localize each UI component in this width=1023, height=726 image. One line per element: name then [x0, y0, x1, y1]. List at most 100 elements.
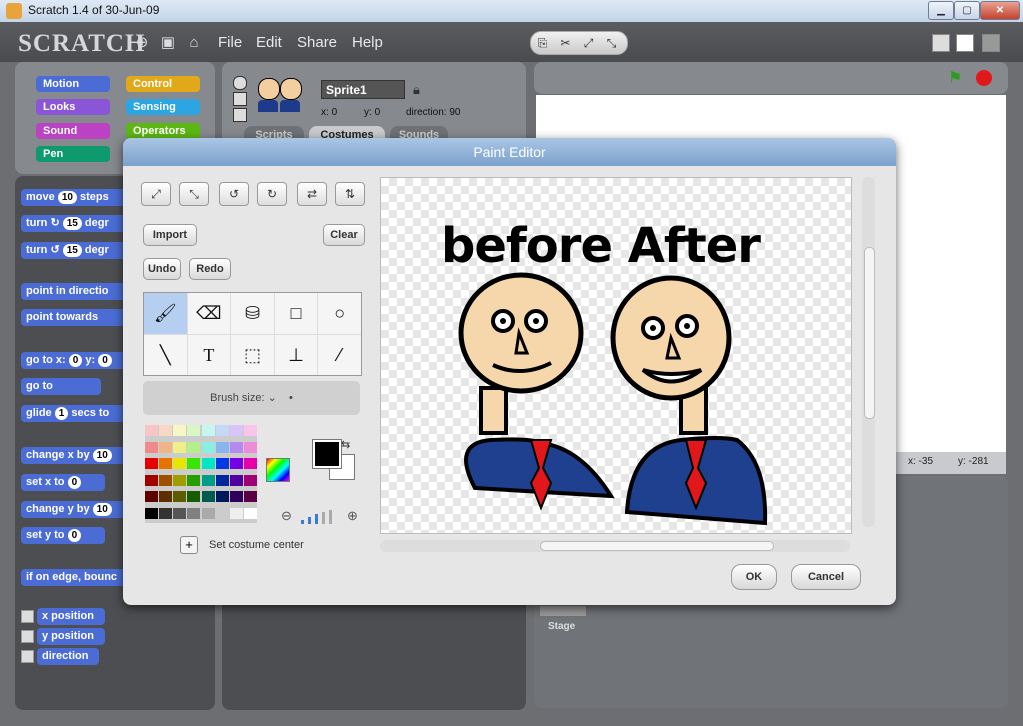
- select-icon[interactable]: ⬚: [231, 334, 274, 375]
- palette-swatch[interactable]: [243, 425, 257, 436]
- menu-file[interactable]: File: [218, 34, 242, 51]
- foreground-color-swatch[interactable]: [312, 439, 342, 469]
- palette-swatch[interactable]: [229, 458, 243, 469]
- category-looks[interactable]: Looks: [36, 99, 110, 115]
- green-flag-icon[interactable]: ⚑: [948, 68, 962, 88]
- paintbrush-icon[interactable]: 🖌︎: [144, 293, 187, 334]
- palette-swatch[interactable]: [201, 441, 215, 453]
- presentation-mode-button[interactable]: [982, 34, 1000, 52]
- color-picker-spectrum[interactable]: [266, 458, 290, 482]
- palette-swatch[interactable]: [215, 507, 229, 519]
- brush-size-control[interactable]: Brush size: ⌄ •: [143, 381, 360, 415]
- palette-swatch[interactable]: [159, 507, 173, 519]
- rotate-ccw-icon[interactable]: ↺: [219, 182, 249, 206]
- rotate-style-icon[interactable]: [233, 76, 247, 90]
- canvas-vertical-scrollbar[interactable]: [862, 177, 875, 527]
- fill-bucket-icon[interactable]: ⛁: [231, 293, 274, 334]
- eyedropper-icon[interactable]: ⁄: [318, 334, 361, 375]
- cancel-button[interactable]: Cancel: [791, 564, 861, 590]
- menu-help[interactable]: Help: [352, 34, 383, 51]
- palette-swatch[interactable]: [173, 425, 187, 436]
- palette-swatch[interactable]: [243, 458, 257, 469]
- palette-swatch[interactable]: [243, 474, 257, 486]
- no-rotate-icon[interactable]: [233, 108, 247, 122]
- palette-swatch[interactable]: [145, 474, 158, 486]
- ok-button[interactable]: OK: [731, 564, 777, 590]
- undo-button[interactable]: Undo: [143, 258, 181, 280]
- text-icon[interactable]: T: [187, 334, 231, 375]
- palette-swatch[interactable]: [229, 507, 243, 519]
- palette-swatch[interactable]: [187, 441, 201, 453]
- save-icon[interactable]: ▣: [160, 35, 176, 51]
- shrink-icon[interactable]: ⤡: [179, 182, 209, 206]
- palette-swatch[interactable]: [201, 474, 215, 486]
- close-button[interactable]: ✕: [980, 1, 1020, 20]
- palette-swatch[interactable]: [243, 491, 257, 502]
- palette-swatch[interactable]: [145, 441, 158, 453]
- shrink-icon[interactable]: ⤡: [600, 32, 623, 54]
- import-button[interactable]: Import: [143, 224, 197, 246]
- category-motion[interactable]: Motion: [36, 76, 110, 92]
- block-x-position[interactable]: x position: [37, 608, 105, 625]
- stamp-icon[interactable]: ⊥: [274, 334, 318, 375]
- palette-swatch[interactable]: [201, 491, 215, 502]
- menu-share[interactable]: Share: [297, 34, 337, 51]
- block-change-y[interactable]: change y by 10: [21, 501, 131, 518]
- category-sensing[interactable]: Sensing: [126, 99, 200, 115]
- eraser-icon[interactable]: ⌫: [187, 293, 231, 334]
- direction-checkbox[interactable]: [21, 650, 34, 663]
- swap-colors-icon[interactable]: ⇆: [341, 438, 350, 451]
- palette-swatch[interactable]: [173, 507, 187, 519]
- palette-swatch[interactable]: [215, 458, 229, 469]
- category-pen[interactable]: Pen: [36, 146, 110, 162]
- sprite-name-field[interactable]: Sprite1: [321, 80, 405, 99]
- line-icon[interactable]: ╲: [144, 334, 187, 375]
- block-change-x[interactable]: change x by 10: [21, 447, 131, 464]
- duplicate-icon[interactable]: ⎘: [531, 32, 554, 54]
- palette-swatch[interactable]: [159, 474, 173, 486]
- palette-swatch[interactable]: [159, 458, 173, 469]
- zoom-in-icon[interactable]: ⊕: [347, 508, 358, 524]
- category-operators[interactable]: Operators: [126, 123, 200, 139]
- palette-swatch[interactable]: [215, 474, 229, 486]
- stage-thumbnail[interactable]: [540, 606, 586, 616]
- category-sound[interactable]: Sound: [36, 123, 110, 139]
- small-stage-button[interactable]: [932, 34, 950, 52]
- palette-swatch[interactable]: [229, 474, 243, 486]
- palette-swatch[interactable]: [173, 474, 187, 486]
- menu-edit[interactable]: Edit: [256, 34, 282, 51]
- palette-swatch[interactable]: [173, 491, 187, 502]
- palette-swatch[interactable]: [145, 458, 158, 469]
- rectangle-icon[interactable]: □: [274, 293, 318, 334]
- block-y-position[interactable]: y position: [37, 628, 105, 645]
- palette-swatch[interactable]: [145, 507, 158, 519]
- palette-swatch[interactable]: [187, 507, 201, 519]
- palette-swatch[interactable]: [159, 491, 173, 502]
- yposition-checkbox[interactable]: [21, 630, 34, 643]
- xposition-checkbox[interactable]: [21, 610, 34, 623]
- canvas-horizontal-scrollbar[interactable]: [380, 540, 850, 552]
- paint-canvas[interactable]: before After: [380, 177, 852, 534]
- set-center-icon[interactable]: +: [180, 536, 198, 554]
- rotate-cw-icon[interactable]: ↻: [257, 182, 287, 206]
- block-direction[interactable]: direction: [37, 648, 99, 665]
- share-icon[interactable]: ⌂: [186, 35, 202, 51]
- ellipse-icon[interactable]: ○: [318, 293, 361, 334]
- zoom-level-bars[interactable]: [301, 510, 339, 524]
- palette-swatch[interactable]: [187, 425, 201, 436]
- maximize-button[interactable]: ▢: [954, 1, 980, 20]
- flip-horizontal-icon[interactable]: ⇄: [297, 182, 327, 206]
- palette-swatch[interactable]: [145, 491, 158, 502]
- palette-swatch[interactable]: [229, 491, 243, 502]
- lock-icon[interactable]: 🔒︎: [413, 82, 420, 98]
- palette-swatch[interactable]: [243, 441, 257, 453]
- block-set-x[interactable]: set x to 0: [21, 474, 105, 491]
- globe-icon[interactable]: ⊕: [134, 35, 150, 51]
- palette-swatch[interactable]: [229, 441, 243, 453]
- clear-button[interactable]: Clear: [323, 224, 365, 246]
- palette-swatch[interactable]: [159, 441, 173, 453]
- palette-swatch[interactable]: [187, 458, 201, 469]
- redo-button[interactable]: Redo: [189, 258, 231, 280]
- palette-swatch[interactable]: [201, 425, 215, 436]
- palette-swatch[interactable]: [159, 425, 173, 436]
